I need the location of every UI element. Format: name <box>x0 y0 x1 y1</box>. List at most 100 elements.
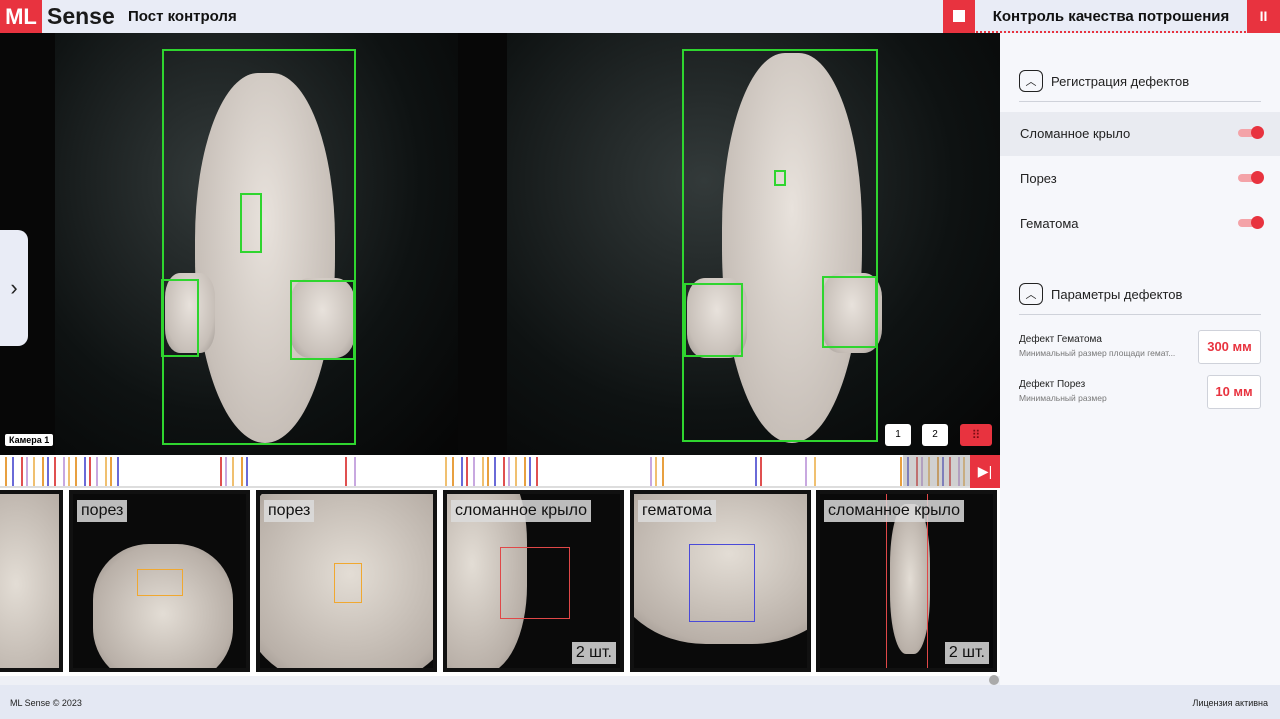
toggle-row-hematoma[interactable]: Гематома <box>1000 202 1280 246</box>
defect-thumbnail[interactable]: порез <box>69 490 250 672</box>
detection-box <box>682 49 878 442</box>
defect-thumbnail[interactable]: порез <box>256 490 437 672</box>
defect-label: сломанное крыло <box>824 500 965 522</box>
timeline-mark[interactable] <box>63 457 65 486</box>
timeline-mark[interactable] <box>12 457 14 486</box>
detection-box <box>774 170 786 186</box>
timeline-mark[interactable] <box>110 457 112 486</box>
timeline-mark[interactable] <box>47 457 49 486</box>
footer: ML Sense © 2023 Лицензия активна <box>0 685 1280 719</box>
timeline-mark[interactable] <box>805 457 807 486</box>
grid-icon: ⠿ <box>971 428 981 442</box>
detection-box <box>290 280 355 360</box>
expand-sidebar-button[interactable]: › <box>0 230 28 346</box>
timeline-mark[interactable] <box>900 457 902 486</box>
camera-1-button[interactable]: 1 <box>885 424 911 446</box>
chevron-up-icon[interactable]: ︿ <box>1019 283 1043 305</box>
scrollbar-handle[interactable] <box>989 675 999 685</box>
skip-to-end-button[interactable]: ▶| <box>970 455 1000 488</box>
license-status: Лицензия активна <box>1192 698 1268 708</box>
timeline-mark[interactable] <box>508 457 510 486</box>
timeline-mark[interactable] <box>655 457 657 486</box>
timeline-mark[interactable] <box>515 457 517 486</box>
timeline-mark[interactable] <box>524 457 526 486</box>
stop-button[interactable] <box>943 0 975 33</box>
stop-icon <box>953 10 965 22</box>
header: ML Sense Пост контроля Контроль качества… <box>0 0 1280 33</box>
defect-label: сломанное крыло <box>451 500 592 522</box>
timeline-mark[interactable] <box>89 457 91 486</box>
timeline-mark[interactable] <box>117 457 119 486</box>
thumbnail-image <box>93 544 233 668</box>
defect-thumbnail[interactable]: гематома <box>630 490 811 672</box>
camera-label: Камера 1 <box>5 434 54 446</box>
page-title: Пост контроля <box>128 8 237 25</box>
toggle-row-broken-wing[interactable]: Сломанное крыло <box>1000 112 1280 156</box>
toggle-switch[interactable] <box>1238 216 1264 229</box>
timeline-mark[interactable] <box>529 457 531 486</box>
timeline-mark[interactable] <box>21 457 23 486</box>
defect-count: 2 шт. <box>571 642 616 664</box>
timeline-mark[interactable] <box>473 457 475 486</box>
timeline-mark[interactable] <box>452 457 454 486</box>
defect-label: порез <box>77 500 128 522</box>
timeline-mark[interactable] <box>466 457 468 486</box>
defect-thumbnail[interactable]: сломанное крыло 2 шт. <box>816 490 997 672</box>
defect-label: порез <box>264 500 315 522</box>
timeline-mark[interactable] <box>105 457 107 486</box>
logo-sense: Sense <box>47 3 115 29</box>
timeline-mark[interactable] <box>26 457 28 486</box>
timeline-mark[interactable] <box>461 457 463 486</box>
timeline-mark[interactable] <box>246 457 248 486</box>
timeline-mark[interactable] <box>68 457 70 486</box>
grid-view-button[interactable]: ⠿ <box>960 424 992 446</box>
timeline-mark[interactable] <box>503 457 505 486</box>
defect-box <box>137 569 183 596</box>
process-title: Контроль качества потрошения <box>976 0 1246 33</box>
timeline-mark[interactable] <box>5 457 7 486</box>
camera-2-button[interactable]: 2 <box>922 424 948 446</box>
timeline-viewport[interactable] <box>903 455 970 486</box>
timeline-mark[interactable] <box>650 457 652 486</box>
timeline-mark[interactable] <box>354 457 356 486</box>
timeline-mark[interactable] <box>814 457 816 486</box>
section-defect-params[interactable]: ︿ Параметры дефектов <box>1019 279 1261 315</box>
detection-box <box>822 276 877 348</box>
timeline-mark[interactable] <box>84 457 86 486</box>
timeline-mark[interactable] <box>54 457 56 486</box>
toggle-row-cut[interactable]: Порез <box>1000 157 1280 201</box>
defect-timeline[interactable] <box>0 455 1000 488</box>
section-defect-registration[interactable]: ︿ Регистрация дефектов <box>1019 66 1261 102</box>
timeline-mark[interactable] <box>345 457 347 486</box>
timeline-mark[interactable] <box>482 457 484 486</box>
timeline-mark[interactable] <box>487 457 489 486</box>
timeline-mark[interactable] <box>662 457 664 486</box>
timeline-mark[interactable] <box>232 457 234 486</box>
defect-count: 2 шт. <box>944 642 989 664</box>
timeline-mark[interactable] <box>755 457 757 486</box>
timeline-mark[interactable] <box>220 457 222 486</box>
defect-thumbnail[interactable]: сломанное крыло 2 шт. <box>443 490 624 672</box>
cut-size-input[interactable]: 10 мм <box>1207 375 1261 409</box>
timeline-mark[interactable] <box>494 457 496 486</box>
timeline-mark[interactable] <box>536 457 538 486</box>
timeline-mark[interactable] <box>225 457 227 486</box>
detection-box <box>684 283 743 357</box>
thumbnail-image <box>0 494 59 668</box>
timeline-mark[interactable] <box>42 457 44 486</box>
toggle-switch[interactable] <box>1238 171 1264 184</box>
defect-thumbnail[interactable] <box>0 490 63 672</box>
toggle-switch[interactable] <box>1238 126 1264 139</box>
timeline-mark[interactable] <box>241 457 243 486</box>
skip-end-icon: ▶| <box>977 463 993 479</box>
defect-box <box>334 563 362 603</box>
settings-panel: ︿ Регистрация дефектов Сломанное крыло П… <box>1000 33 1280 685</box>
timeline-mark[interactable] <box>760 457 762 486</box>
timeline-mark[interactable] <box>33 457 35 486</box>
timeline-mark[interactable] <box>75 457 77 486</box>
timeline-mark[interactable] <box>445 457 447 486</box>
chevron-up-icon[interactable]: ︿ <box>1019 70 1043 92</box>
pause-button[interactable]: II <box>1247 0 1280 33</box>
hematoma-size-input[interactable]: 300 мм <box>1198 330 1261 364</box>
timeline-mark[interactable] <box>96 457 98 486</box>
